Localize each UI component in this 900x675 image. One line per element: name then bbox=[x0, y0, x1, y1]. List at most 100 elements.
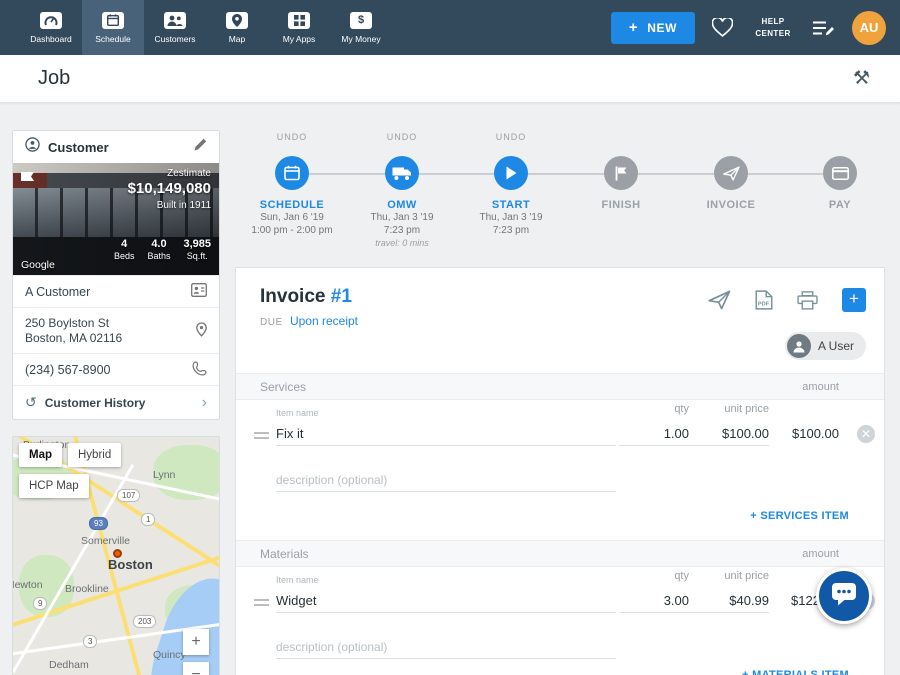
beds-stat: 4 Beds bbox=[114, 238, 135, 261]
undo-button[interactable]: UNDO bbox=[347, 132, 457, 146]
nav-item-schedule[interactable]: Schedule bbox=[82, 0, 144, 55]
beds-label: Beds bbox=[114, 251, 135, 261]
remove-item-icon[interactable]: ✕ bbox=[857, 425, 875, 443]
add-services-item-link[interactable]: + SERVICES ITEM bbox=[750, 510, 849, 522]
play-icon[interactable] bbox=[494, 156, 528, 190]
customer-card: Customer Zestimate $10,149,080 bbox=[12, 130, 220, 420]
customer-phone-row: (234) 567-8900 bbox=[13, 353, 219, 385]
invoice-actions: PDF + bbox=[708, 288, 866, 312]
add-materials-row: + MATERIALS ITEM bbox=[236, 663, 884, 675]
invoice-title-text: Invoice bbox=[260, 286, 325, 307]
material-description-input[interactable] bbox=[276, 635, 616, 659]
service-amount: $100.00 bbox=[739, 426, 839, 441]
chat-bubble-button[interactable] bbox=[816, 568, 872, 624]
nav-label: Customers bbox=[154, 34, 195, 44]
new-button-label: NEW bbox=[647, 21, 677, 35]
print-icon[interactable] bbox=[797, 291, 818, 310]
services-title: Services bbox=[260, 374, 306, 400]
nav-item-customers[interactable]: Customers bbox=[144, 0, 206, 55]
map-type-button[interactable]: Map bbox=[19, 443, 62, 467]
step-label: FINISH bbox=[566, 199, 676, 211]
material-qty-input[interactable] bbox=[619, 589, 689, 613]
truck-icon[interactable] bbox=[385, 156, 419, 190]
undo-button[interactable]: UNDO bbox=[237, 132, 347, 146]
user-avatar[interactable]: AU bbox=[852, 11, 886, 45]
property-stats: 4 Beds 4.0 Baths 3,985 Sq.ft. bbox=[114, 238, 211, 261]
money-icon: $ bbox=[350, 12, 372, 29]
contact-card-icon[interactable] bbox=[191, 283, 207, 300]
add-invoice-icon[interactable]: + bbox=[842, 288, 866, 312]
new-button[interactable]: + NEW bbox=[611, 12, 695, 44]
step-omw: UNDO OMW Thu, Jan 3 '19 7:23 pm travel: … bbox=[347, 128, 457, 250]
invoice-title: Invoice #1 bbox=[260, 286, 352, 308]
service-description-input[interactable] bbox=[276, 468, 616, 492]
drag-handle[interactable] bbox=[254, 432, 269, 442]
help-center-link[interactable]: HELP CENTER bbox=[750, 16, 796, 40]
map-label-quincy: Quincy bbox=[153, 649, 186, 661]
customer-address: 250 Boylston St Boston, MA 02116 bbox=[25, 316, 122, 346]
customer-address-row: 250 Boylston St Boston, MA 02116 bbox=[13, 307, 219, 353]
service-qty-input[interactable] bbox=[619, 422, 689, 446]
built-year: Built in 1911 bbox=[128, 200, 211, 211]
nav-item-dashboard[interactable]: Dashboard bbox=[20, 0, 82, 55]
sqft-label: Sq.ft. bbox=[183, 251, 211, 261]
step-date: Thu, Jan 3 '19 bbox=[456, 211, 566, 224]
dashboard-icon bbox=[40, 12, 62, 29]
hybrid-type-button[interactable]: Hybrid bbox=[68, 443, 121, 467]
location-pin-icon[interactable] bbox=[196, 322, 207, 340]
nav-label: My Apps bbox=[283, 34, 316, 44]
step-date: Thu, Jan 3 '19 bbox=[347, 211, 457, 224]
job-tools-icon[interactable]: ⚒ bbox=[853, 67, 870, 90]
nav-item-my-apps[interactable]: My Apps bbox=[268, 0, 330, 55]
route-shield-9: 9 bbox=[33, 597, 47, 610]
customer-history-row[interactable]: ↺ Customer History › bbox=[13, 385, 219, 419]
service-name-input[interactable] bbox=[276, 422, 616, 446]
schedule-icon bbox=[102, 12, 124, 29]
apps-grid-icon bbox=[288, 12, 310, 29]
plus-icon: + bbox=[629, 23, 638, 33]
property-photo[interactable]: Zestimate $10,149,080 Built in 1911 4 Be… bbox=[13, 163, 219, 275]
assignee-avatar-icon bbox=[787, 334, 811, 358]
top-navigation: Dashboard Schedule Customers Map My Apps bbox=[0, 0, 900, 55]
step-label: SCHEDULE bbox=[237, 199, 347, 211]
phone-icon[interactable] bbox=[192, 361, 207, 379]
zoom-in-button[interactable]: + bbox=[183, 629, 209, 655]
step-label: PAY bbox=[785, 199, 895, 211]
nav-label: My Money bbox=[341, 34, 380, 44]
nav-item-map[interactable]: Map bbox=[206, 0, 268, 55]
pdf-icon[interactable]: PDF bbox=[755, 290, 773, 310]
heart-icon[interactable] bbox=[712, 18, 733, 37]
sqft-value: 3,985 bbox=[183, 238, 211, 250]
notes-edit-icon[interactable] bbox=[813, 20, 835, 36]
route-shield-93: 93 bbox=[89, 517, 108, 530]
address-line2: Boston, MA 02116 bbox=[25, 331, 122, 346]
drag-handle[interactable] bbox=[254, 599, 269, 609]
nav-item-my-money[interactable]: $ My Money bbox=[330, 0, 392, 55]
credit-card-icon[interactable] bbox=[823, 156, 857, 190]
add-materials-item-link[interactable]: + MATERIALS ITEM bbox=[742, 669, 849, 675]
calendar-icon[interactable] bbox=[275, 156, 309, 190]
material-description-row bbox=[236, 635, 884, 663]
invoice-card: Invoice #1 DUE Upon receipt PDF bbox=[235, 267, 885, 675]
due-value-link[interactable]: Upon receipt bbox=[290, 314, 358, 328]
page-title: Job bbox=[38, 67, 70, 90]
assignee-pill[interactable]: A User bbox=[785, 332, 866, 360]
map-canvas[interactable]: Burlington Lynn Somerville Boston Brookl… bbox=[13, 437, 219, 675]
send-icon[interactable] bbox=[714, 156, 748, 190]
edit-pencil-icon[interactable] bbox=[194, 138, 207, 156]
services-section-header: Services qty unit price amount bbox=[236, 373, 884, 400]
baths-value: 4.0 bbox=[147, 238, 170, 250]
send-invoice-icon[interactable] bbox=[708, 290, 731, 310]
step-schedule: UNDO SCHEDULE Sun, Jan 6 '19 1:00 pm - 2… bbox=[237, 128, 347, 237]
flag-icon[interactable] bbox=[604, 156, 638, 190]
material-name-input[interactable] bbox=[276, 589, 616, 613]
route-shield-1: 1 bbox=[141, 513, 155, 526]
material-unit-price-input[interactable] bbox=[689, 589, 769, 613]
app-window: Dashboard Schedule Customers Map My Apps bbox=[0, 0, 900, 675]
hcp-map-button[interactable]: HCP Map bbox=[19, 474, 89, 498]
undo-button[interactable]: UNDO bbox=[456, 132, 566, 146]
amount-column-header: amount bbox=[749, 541, 839, 567]
customer-card-header: Customer bbox=[13, 131, 219, 163]
nav-label: Schedule bbox=[95, 34, 130, 44]
zoom-out-button[interactable]: − bbox=[183, 662, 209, 675]
